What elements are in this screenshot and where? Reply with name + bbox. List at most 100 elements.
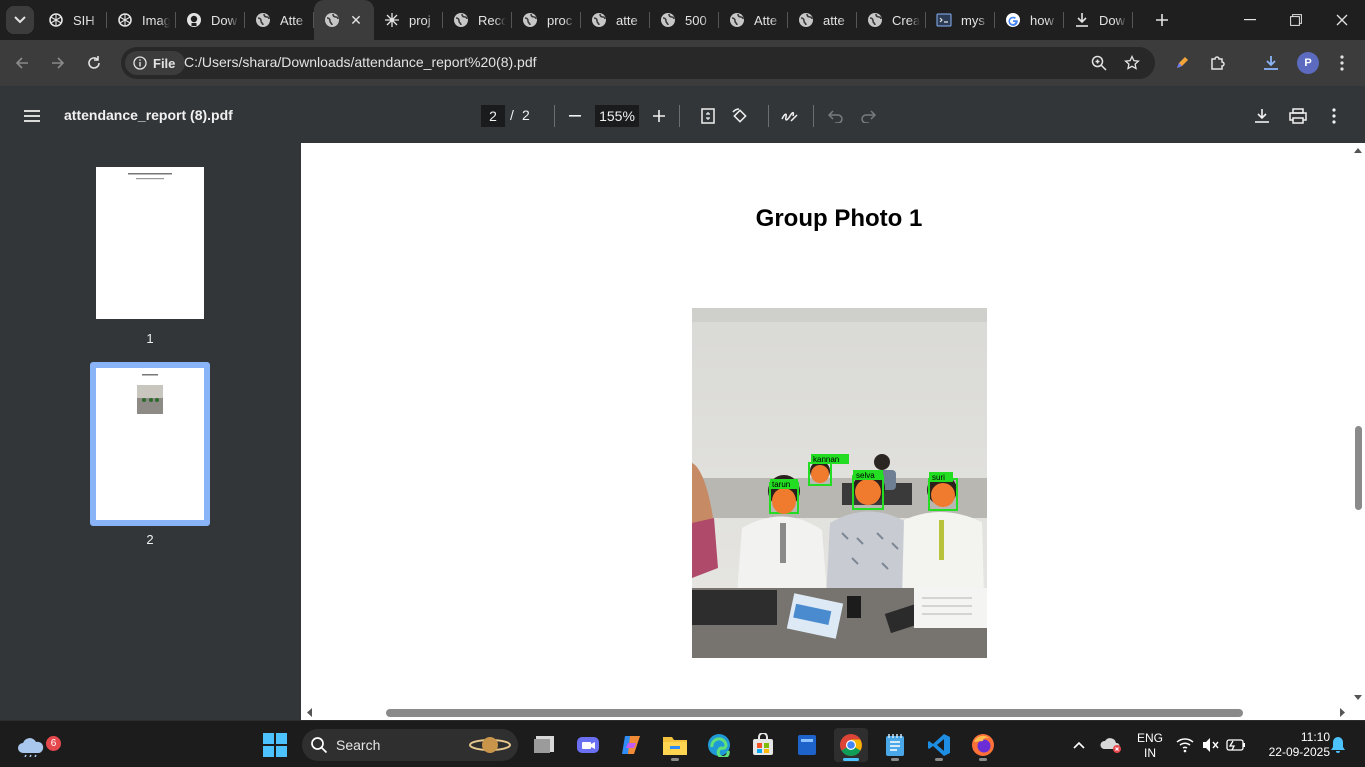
plus-icon: [653, 110, 665, 122]
fit-to-page-button[interactable]: [694, 102, 722, 130]
browser-tab[interactable]: Crea: [857, 0, 926, 40]
tab-title: Reco: [478, 12, 506, 28]
zoom-indicator-button[interactable]: [1087, 51, 1111, 75]
scroll-right-arrow-icon[interactable]: [1338, 705, 1348, 720]
vscode-app[interactable]: [922, 728, 956, 762]
vertical-scroll-thumb[interactable]: [1355, 426, 1362, 510]
reload-button[interactable]: [80, 49, 108, 77]
notifications-button[interactable]: [1324, 728, 1352, 762]
firefox-icon: [972, 734, 994, 756]
globe-icon: [592, 13, 606, 27]
restore-button[interactable]: [1273, 0, 1319, 40]
rotate-button[interactable]: [726, 102, 754, 130]
new-tab-button[interactable]: [1150, 8, 1174, 32]
browser-tab[interactable]: mys: [926, 0, 995, 40]
clock[interactable]: 11:10 22-09-2025: [1252, 730, 1334, 760]
close-icon: [1336, 14, 1348, 26]
browser-tab[interactable]: Atte: [719, 0, 788, 40]
browser-tab[interactable]: proj: [374, 0, 443, 40]
tab-search-button[interactable]: [6, 6, 34, 34]
running-indicator: [979, 758, 987, 761]
chrome-app[interactable]: [834, 728, 868, 762]
horizontal-scroll-thumb[interactable]: [386, 709, 1243, 717]
browser-tab[interactable]: Imag: [107, 0, 176, 40]
sidebar-toggle-button[interactable]: [18, 102, 46, 130]
browser-tab[interactable]: Dow: [1064, 0, 1133, 40]
show-hidden-icons-button[interactable]: [1062, 728, 1096, 762]
tab-list: SIH Imag Dow Atte ✕ proj Reco proc atte 500 Atte at…: [38, 0, 1133, 40]
annotate-button[interactable]: [776, 102, 804, 130]
chevron-down-icon: [14, 16, 26, 24]
scroll-up-arrow-icon[interactable]: [1351, 145, 1365, 155]
language-region: IN: [1144, 746, 1156, 760]
page-number-input[interactable]: 2: [481, 105, 505, 127]
quick-settings-button[interactable]: [1172, 728, 1250, 762]
pdf-more-button[interactable]: [1320, 102, 1348, 130]
scroll-down-arrow-icon[interactable]: [1351, 693, 1365, 703]
profile-avatar[interactable]: P: [1297, 52, 1319, 74]
print-button[interactable]: [1284, 102, 1312, 130]
meet-app[interactable]: [571, 728, 605, 762]
browser-tab[interactable]: Atte: [245, 0, 314, 40]
browser-tab[interactable]: atte: [788, 0, 857, 40]
face-label-kannan: kannan: [813, 455, 839, 464]
extension-pen-button[interactable]: [1168, 49, 1196, 77]
notepad-icon: [886, 734, 904, 756]
site-info-chip[interactable]: File: [125, 51, 186, 75]
tab-favicon: [186, 12, 202, 28]
forward-button[interactable]: [44, 49, 72, 77]
undo-button[interactable]: [822, 102, 850, 130]
pdf-toolbar: attendance_report (8).pdf 2 / 2 155%: [0, 86, 1365, 143]
extensions-button[interactable]: [1204, 49, 1232, 77]
tab-favicon: [255, 12, 271, 28]
edge-app[interactable]: [702, 728, 736, 762]
url-text[interactable]: C:/Users/shara/Downloads/attendance_repo…: [184, 54, 537, 70]
taskbar-search[interactable]: Search: [302, 729, 518, 761]
browser-tab[interactable]: proc: [512, 0, 581, 40]
browser-tab[interactable]: how: [995, 0, 1064, 40]
scroll-left-arrow-icon[interactable]: [304, 705, 314, 720]
zoom-in-button[interactable]: [645, 102, 673, 130]
bookmark-button[interactable]: [1120, 51, 1144, 75]
pdf-download-button[interactable]: [1248, 102, 1276, 130]
arrow-right-icon: [52, 57, 65, 69]
browser-tab[interactable]: Reco: [443, 0, 512, 40]
file-explorer-app[interactable]: [658, 728, 692, 762]
start-button[interactable]: [258, 728, 292, 762]
browser-tab[interactable]: Dow: [176, 0, 245, 40]
notepad-app[interactable]: [878, 728, 912, 762]
browser-tab[interactable]: atte: [581, 0, 650, 40]
page-thumbnail-1[interactable]: [96, 167, 204, 319]
zoom-out-button[interactable]: [561, 102, 589, 130]
notebook-app[interactable]: [790, 728, 824, 762]
saturn-search-highlight-icon: [469, 737, 511, 753]
browser-tab[interactable]: SIH: [38, 0, 107, 40]
plus-icon: [1156, 14, 1168, 26]
browser-tab[interactable]: ✕: [314, 0, 374, 40]
zoom-level-input[interactable]: 155%: [595, 105, 639, 127]
redo-button[interactable]: [854, 102, 882, 130]
weather-widget[interactable]: 6: [14, 728, 61, 762]
task-view-button[interactable]: [528, 728, 562, 762]
downloads-button[interactable]: [1257, 49, 1285, 77]
browser-menu-button[interactable]: [1328, 49, 1356, 77]
close-window-button[interactable]: [1319, 0, 1365, 40]
back-button[interactable]: [8, 49, 36, 77]
tab-favicon: [453, 12, 469, 28]
tab-strip: SIH Imag Dow Atte ✕ proj Reco proc atte 500 Atte at…: [0, 0, 1365, 40]
notification-badge: 6: [46, 736, 61, 751]
onedrive-status[interactable]: [1094, 728, 1128, 762]
copilot-app[interactable]: [614, 728, 648, 762]
group-photo: kannan tarun selva suri: [692, 308, 987, 658]
address-bar[interactable]: File C:/Users/shara/Downloads/attendance…: [121, 47, 1155, 79]
horizontal-scrollbar[interactable]: [301, 705, 1365, 720]
firefox-app[interactable]: [966, 728, 1000, 762]
store-app[interactable]: [746, 728, 780, 762]
input-language-button[interactable]: ENG IN: [1134, 731, 1166, 761]
minimize-button[interactable]: [1227, 0, 1273, 40]
tab-close-icon[interactable]: ✕: [348, 12, 364, 28]
vertical-scrollbar[interactable]: [1351, 143, 1365, 705]
chevron-up-icon: [1073, 741, 1085, 749]
page-thumbnail-2[interactable]: [96, 368, 204, 520]
browser-tab[interactable]: 500: [650, 0, 719, 40]
